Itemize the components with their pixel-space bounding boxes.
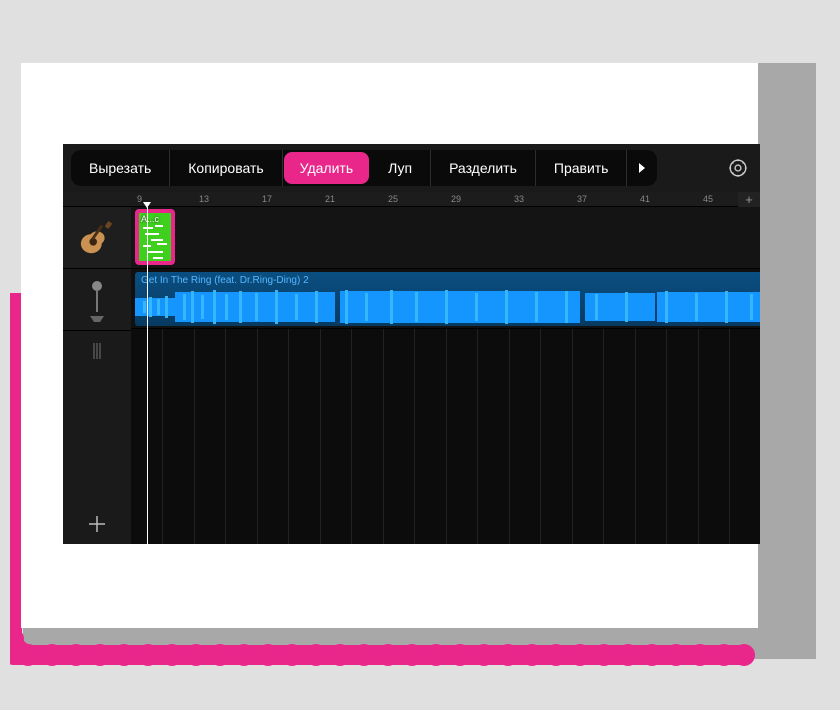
copy-button[interactable]: Копировать: [170, 150, 282, 186]
edit-button[interactable]: Править: [536, 150, 628, 186]
track-resize-handle[interactable]: [63, 331, 131, 371]
ruler-mark: 41: [640, 194, 650, 204]
ruler-mark: 9: [137, 194, 142, 204]
guitar-icon: [78, 219, 116, 257]
loop-button[interactable]: Луп: [370, 150, 431, 186]
waveform-icon: [135, 288, 760, 326]
ruler-mark: 45: [703, 194, 713, 204]
audio-clip-label: Get In The Ring (feat. Dr.Ring-Ding) 2: [135, 272, 760, 289]
split-button[interactable]: Разделить: [431, 150, 536, 186]
ruler-corner: [63, 192, 131, 207]
ruler-mark: 17: [262, 194, 272, 204]
ruler-mark: 29: [451, 194, 461, 204]
ruler-mark: 33: [514, 194, 524, 204]
ruler-mark: 25: [388, 194, 398, 204]
ruler-mark: 21: [325, 194, 335, 204]
add-section-button[interactable]: +: [738, 192, 760, 207]
midi-clip-selected[interactable]: A...c: [135, 209, 175, 265]
playhead[interactable]: [147, 207, 148, 544]
timeline-ruler[interactable]: 9 13 17 21 25 29 33 37 41 45: [131, 192, 760, 207]
microphone-icon: [85, 278, 109, 322]
toolbar: Вырезать Копировать Удалить Луп Разделит…: [63, 144, 760, 192]
audio-clip[interactable]: Get In The Ring (feat. Dr.Ring-Ding) 2: [135, 272, 760, 326]
delete-button[interactable]: Удалить: [284, 152, 369, 184]
app-window: Вырезать Копировать Удалить Луп Разделит…: [63, 144, 760, 544]
midi-notes-icon: [141, 223, 169, 259]
white-card: Вырезать Копировать Удалить Луп Разделит…: [21, 63, 758, 628]
add-track-button[interactable]: [63, 514, 131, 534]
ruler-mark: 13: [199, 194, 209, 204]
settings-button[interactable]: [722, 152, 754, 184]
track-lane-1[interactable]: A...c: [131, 207, 760, 269]
timeline-area[interactable]: A...c Get In The Ring (feat. Dr: [131, 207, 760, 544]
ruler-mark: 37: [577, 194, 587, 204]
track-header-microphone[interactable]: [63, 269, 131, 331]
context-menu-more-icon[interactable]: [627, 150, 657, 186]
track-header-column: [63, 192, 131, 544]
track-header-guitar[interactable]: [63, 207, 131, 269]
track-lane-2[interactable]: Get In The Ring (feat. Dr.Ring-Ding) 2: [131, 269, 760, 329]
context-menu: Вырезать Копировать Удалить Луп Разделит…: [71, 150, 657, 186]
cut-button[interactable]: Вырезать: [71, 150, 170, 186]
